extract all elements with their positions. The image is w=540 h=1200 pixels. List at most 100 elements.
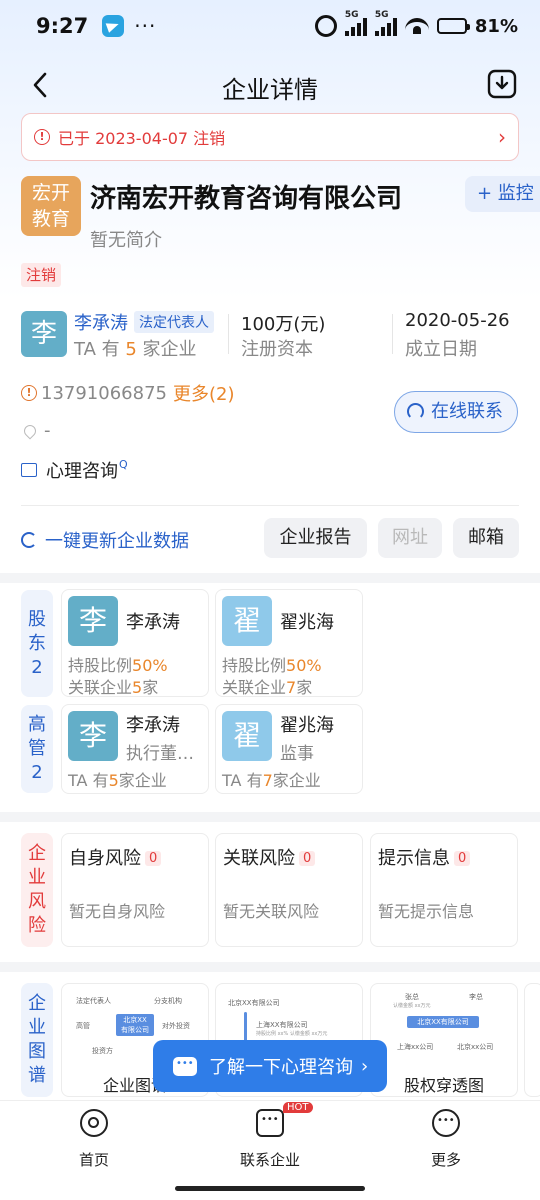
bottom-tab-bar: 首页 HOT 联系企业 更多: [0, 1100, 540, 1200]
phone-more-link[interactable]: 更多(2): [173, 380, 235, 406]
legal-rep-name[interactable]: 李承涛: [74, 309, 128, 335]
address-text: -: [44, 420, 51, 441]
executives-label[interactable]: 高管2: [21, 705, 53, 793]
related-risk-card[interactable]: 关联风险 0 暂无关联风险: [215, 833, 363, 947]
status-icons: 5G 5G 81%: [314, 10, 518, 37]
signal-icon-2: 5G: [374, 10, 397, 36]
download-icon[interactable]: [486, 68, 518, 100]
wifi-icon: [404, 18, 429, 34]
refresh-icon: [21, 532, 37, 548]
risk-empty-text: 暂无自身风险: [69, 902, 166, 921]
executive-name: 李承涛: [126, 715, 180, 736]
industry-row[interactable]: 心理咨询 Q: [21, 457, 128, 483]
executive-avatar: 翟: [222, 711, 272, 761]
risk-empty-text: 暂无关联风险: [223, 902, 320, 921]
phone-number[interactable]: 13791066875: [41, 383, 167, 404]
signal-icon-1: 5G: [344, 10, 367, 36]
status-time: 9:27: [36, 14, 89, 38]
executive-card[interactable]: 翟 翟兆海 监事 TA 有7家企业: [215, 704, 363, 794]
update-data-link[interactable]: 一键更新企业数据: [21, 527, 189, 553]
self-risk-card[interactable]: 自身风险 0 暂无自身风险: [61, 833, 209, 947]
shareholder-name: 翟兆海: [280, 612, 334, 633]
company-report-button[interactable]: 企业报告: [264, 518, 367, 558]
chevron-right-icon: ›: [361, 1055, 369, 1077]
executive-card[interactable]: 李 李承涛 执行董事兼总经理 TA 有5家企业: [61, 704, 209, 794]
risk-title: 关联风险 0: [223, 844, 316, 870]
risk-label[interactable]: 企业风险: [21, 833, 53, 947]
phone-row[interactable]: ! 13791066875 更多(2): [21, 380, 234, 406]
shareholder-avatar: 翟: [222, 596, 272, 646]
executive-company-count: TA 有7家企业: [222, 771, 321, 790]
company-intro: 暂无简介: [90, 230, 162, 251]
executive-avatar: 李: [68, 711, 118, 761]
executive-name: 翟兆海: [280, 715, 334, 736]
divider: [228, 314, 229, 354]
page-title: 企业详情: [222, 76, 318, 104]
equity-penetration-card[interactable]: 张总 李总 认缴金额 xx万元 北京XX有限公司 上海xx公司 北京xx公司 股…: [370, 983, 518, 1097]
company-name: 济南宏开教育咨询有限公司: [90, 184, 403, 214]
deregistered-text: 已于 2023-04-07 注销: [58, 129, 226, 148]
legal-rep-company-count[interactable]: TA 有 5 家企业: [74, 335, 197, 361]
warning-icon: !: [34, 129, 50, 145]
legal-rep-avatar[interactable]: 李: [21, 311, 67, 357]
shop-icon: [21, 463, 37, 477]
nav-bar: 企业详情: [0, 58, 540, 114]
shareholder-avatar: 李: [68, 596, 118, 646]
graph-card-partial[interactable]: [524, 983, 540, 1097]
executive-role: 监事: [280, 744, 314, 764]
section-gap: [0, 812, 540, 822]
status-dots: ···: [134, 14, 157, 38]
status-bar: 9:27 ··· 5G 5G 81%: [0, 0, 540, 52]
industry-text: 心理咨询: [46, 461, 118, 482]
divider: [21, 505, 519, 506]
message-icon: [256, 1109, 284, 1137]
tab-contact-company[interactable]: HOT 联系企业: [210, 1102, 330, 1170]
founded-date-label: 成立日期: [405, 339, 477, 360]
shareholder-card[interactable]: 翟 翟兆海 持股比例50% 关联企业7家: [215, 589, 363, 697]
shareholders-label[interactable]: 股东2: [21, 590, 53, 697]
section-gap: [0, 962, 540, 972]
shareholder-ratio: 持股比例50%: [68, 656, 168, 675]
battery-icon: [436, 18, 470, 34]
hot-badge: HOT: [283, 1102, 313, 1113]
chat-icon: [173, 1056, 197, 1076]
chevron-right-icon: ›: [498, 125, 506, 149]
section-gap: [0, 573, 540, 583]
risk-empty-text: 暂无提示信息: [378, 902, 475, 921]
deregistered-banner[interactable]: ! 已于 2023-04-07 注销 ›: [21, 113, 519, 161]
shareholder-related: 关联企业7家: [222, 678, 313, 697]
consult-toast[interactable]: 了解一下心理咨询 ›: [153, 1040, 387, 1092]
tab-more[interactable]: 更多: [386, 1109, 506, 1170]
email-button[interactable]: 邮箱: [453, 518, 519, 558]
phone-warning-icon: !: [21, 385, 37, 401]
shareholder-ratio: 持股比例50%: [222, 656, 322, 675]
capital-value: 100万(元): [241, 314, 326, 335]
notice-info-card[interactable]: 提示信息 0 暂无提示信息: [370, 833, 518, 947]
telegram-icon: [102, 15, 125, 37]
status-badge: 注销: [21, 263, 62, 287]
legal-rep-tag: 法定代表人: [134, 311, 214, 333]
graph-card-title: 股权穿透图: [403, 1076, 484, 1095]
executive-role: 执行董事兼总经理: [126, 744, 206, 764]
executive-company-count: TA 有5家企业: [68, 771, 167, 790]
search-icon: Q: [119, 457, 128, 471]
shareholder-related: 关联企业5家: [68, 678, 159, 697]
alarm-icon: [314, 15, 337, 37]
online-contact-button[interactable]: 在线联系: [394, 391, 518, 433]
graph-label[interactable]: 企业图谱: [21, 983, 53, 1097]
divider: [392, 314, 393, 354]
at-icon: [80, 1109, 108, 1137]
address-row[interactable]: -: [21, 420, 51, 441]
capital-label: 注册资本: [241, 339, 313, 360]
shareholder-name: 李承涛: [126, 612, 180, 633]
risk-title: 自身风险 0: [69, 844, 162, 870]
shareholder-card[interactable]: 李 李承涛 持股比例50% 关联企业5家: [61, 589, 209, 697]
home-indicator: [175, 1186, 365, 1191]
risk-title: 提示信息 0: [378, 844, 471, 870]
monitor-button[interactable]: + 监控: [465, 176, 540, 212]
website-button[interactable]: 网址: [378, 518, 442, 558]
headset-icon: [407, 403, 424, 420]
tab-home[interactable]: 首页: [34, 1109, 154, 1170]
founded-date-value: 2020-05-26: [405, 310, 510, 331]
more-icon: [432, 1109, 460, 1137]
